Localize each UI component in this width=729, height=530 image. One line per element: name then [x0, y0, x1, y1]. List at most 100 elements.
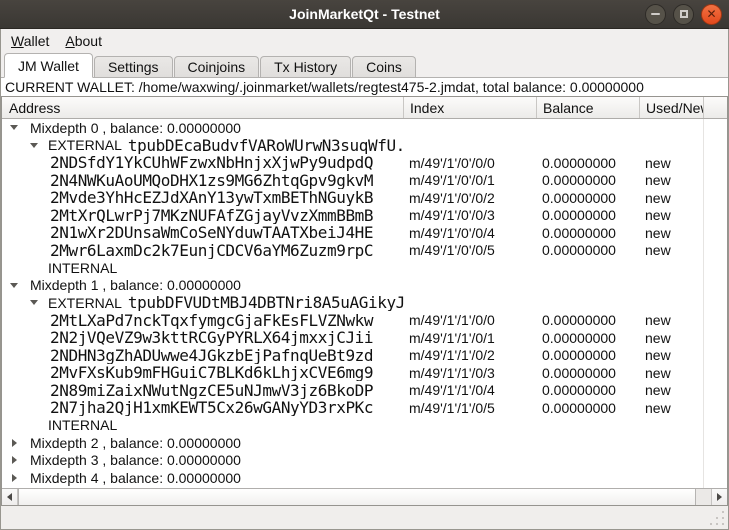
address-text: 2MtXrQLwrPj7MKzNUFAfZGjayVvzXmmBBmB	[50, 207, 373, 224]
expand-arrow[interactable]	[29, 300, 39, 305]
tree-row[interactable]: Mixdepth 2 , balance: 0.00000000	[2, 434, 727, 452]
expand-arrow[interactable]	[9, 283, 19, 288]
row-label: INTERNAL	[48, 260, 117, 276]
header-address[interactable]: Address	[2, 97, 404, 118]
resize-grip[interactable]	[709, 510, 724, 525]
horizontal-scrollbar[interactable]	[2, 488, 727, 505]
tree-row[interactable]: 2N4NWKuAoUMQoDHX1zs9MG6ZhtqGpv9gkvM m/49…	[2, 172, 727, 190]
expand-arrow[interactable]	[29, 143, 39, 148]
scrollbar-thumb[interactable]	[18, 489, 696, 505]
cell-balance: 0.00000000	[537, 155, 640, 171]
header-filler	[704, 97, 727, 118]
tree-row[interactable]: 2N1wXr2DUnsaWmCoSeNYduwTAATXbeiJ4HE m/49…	[2, 224, 727, 242]
cell-index: m/49'/1'/1'/0/1	[404, 330, 537, 346]
cell-index: m/49'/1'/0'/0/1	[404, 172, 537, 188]
tab-jm-wallet[interactable]: JM Wallet	[4, 53, 93, 78]
cell-status: new	[640, 330, 704, 346]
window-controls: ✕	[645, 0, 722, 28]
cell-balance: 0.00000000	[537, 400, 640, 416]
menu-wallet[interactable]: Wallet	[3, 31, 57, 51]
tree-row[interactable]: 2NDHN3gZhADUwwe4JGkzbEjPafnqUeBt9zd m/49…	[2, 347, 727, 365]
cell-status: new	[640, 242, 704, 258]
resize-grip-dots	[722, 523, 724, 525]
tree-header: Address Index Balance Used/New	[2, 97, 727, 119]
address-text: 2N7jha2QjH1xmKEWT5Cx26wGANyYD3rxPKc	[50, 399, 373, 416]
tree-row[interactable]: 2NDSfdY1YkCUhWFzwxNbHnjxXjwPy9udpdQ m/49…	[2, 154, 727, 172]
titlebar[interactable]: JoinMarketQt - Testnet ✕	[0, 0, 729, 29]
tree-row[interactable]: Mixdepth 4 , balance: 0.00000000	[2, 469, 727, 487]
address-text: 2Mwr6LaxmDc2k7EunjCDCV6aYM6Zuzm9rpC	[50, 242, 373, 259]
current-wallet-label: CURRENT WALLET: /home/waxwing/.joinmarke…	[1, 78, 728, 96]
header-balance[interactable]: Balance	[537, 97, 640, 118]
scroll-left-button[interactable]	[2, 489, 18, 505]
close-icon: ✕	[706, 8, 716, 20]
tree-row[interactable]: Mixdepth 1 , balance: 0.00000000	[2, 277, 727, 295]
window-title: JoinMarketQt - Testnet	[0, 0, 729, 28]
tab-settings[interactable]: Settings	[94, 56, 173, 77]
scroll-left-icon	[7, 493, 12, 501]
tree-row[interactable]: 2MtLXaPd7nckTqxfymgcGjaFkEsFLVZNwkw m/49…	[2, 312, 727, 330]
cell-index: m/49'/1'/1'/0/3	[404, 365, 537, 381]
cell-balance: 0.00000000	[537, 242, 640, 258]
cell-balance: 0.00000000	[537, 365, 640, 381]
cell-balance: 0.00000000	[537, 225, 640, 241]
address-text: 2N4NWKuAoUMQoDHX1zs9MG6ZhtqGpv9gkvM	[50, 172, 373, 189]
scrollbar-track[interactable]	[696, 489, 711, 505]
tree-row[interactable]: Mixdepth 3 , balance: 0.00000000	[2, 452, 727, 470]
scroll-right-icon	[717, 493, 722, 501]
tree-row[interactable]: 2N7jha2QjH1xmKEWT5Cx26wGANyYD3rxPKc m/49…	[2, 399, 727, 417]
maximize-button[interactable]	[673, 4, 694, 25]
cell-balance: 0.00000000	[537, 382, 640, 398]
menu-about[interactable]: About	[57, 31, 110, 51]
tree-row[interactable]: EXTERNAL tpubDFVUDtMBJ4DBTNri8A5uAGikyJ.…	[2, 294, 727, 312]
cell-index: m/49'/1'/1'/0/2	[404, 347, 537, 363]
expand-arrow[interactable]	[9, 125, 19, 130]
tree-row[interactable]: 2MtXrQLwrPj7MKzNUFAfZGjayVvzXmmBBmB m/49…	[2, 207, 727, 225]
tree-row[interactable]: INTERNAL	[2, 417, 727, 435]
tree-row[interactable]: 2Mvde3YhHcEZJdXAnY13ywTxmBEThNGuykB m/49…	[2, 189, 727, 207]
tree-row[interactable]: 2MvFXsKub9mFHGuiC7BLKd6kLhjxCVE6mg9 m/49…	[2, 364, 727, 382]
header-used-new[interactable]: Used/New	[640, 97, 704, 118]
minimize-icon	[651, 13, 660, 15]
address-text: 2NDSfdY1YkCUhWFzwxNbHnjxXjwPy9udpdQ	[50, 154, 373, 171]
address-text: 2Mvde3YhHcEZJdXAnY13ywTxmBEThNGuykB	[50, 189, 373, 206]
address-text: 2MvFXsKub9mFHGuiC7BLKd6kLhjxCVE6mg9	[50, 364, 373, 381]
tree-row[interactable]: Mixdepth 0 , balance: 0.00000000	[2, 119, 727, 137]
tree-row[interactable]: INTERNAL	[2, 259, 727, 277]
expand-arrow[interactable]	[9, 474, 19, 482]
cell-index: m/49'/1'/0'/0/3	[404, 207, 537, 223]
tree-row[interactable]: 2N2jVQeVZ9w3kttRCGyPYRLX64jmxxjCJii m/49…	[2, 329, 727, 347]
address-text: 2N89miZaixNWutNgzCE5uNJmwV3jz6BkoDP	[50, 382, 373, 399]
cell-status: new	[640, 347, 704, 363]
cell-status: new	[640, 190, 704, 206]
wallet-tree: Address Index Balance Used/New Mixdepth …	[1, 96, 728, 506]
row-xpub: tpubDEcaBudvfVARoWUrwN3suqWfU...	[128, 137, 404, 154]
row-label: Mixdepth 2 , balance: 0.00000000	[30, 435, 241, 451]
expand-arrow[interactable]	[9, 456, 19, 464]
expand-arrow[interactable]	[9, 439, 19, 447]
address-text: 2MtLXaPd7nckTqxfymgcGjaFkEsFLVZNwkw	[50, 312, 373, 329]
tree-row[interactable]: 2Mwr6LaxmDc2k7EunjCDCV6aYM6Zuzm9rpC m/49…	[2, 242, 727, 260]
tab-coins[interactable]: Coins	[352, 56, 416, 77]
row-label: Mixdepth 4 , balance: 0.00000000	[30, 470, 241, 486]
tab-coinjoins[interactable]: Coinjoins	[174, 56, 260, 77]
minimize-button[interactable]	[645, 4, 666, 25]
tab-tx-history[interactable]: Tx History	[260, 56, 351, 77]
maximize-icon	[680, 10, 688, 18]
address-text: 2NDHN3gZhADUwwe4JGkzbEjPafnqUeBt9zd	[50, 347, 373, 364]
wallet-tab-page: CURRENT WALLET: /home/waxwing/.joinmarke…	[1, 78, 728, 529]
close-button[interactable]: ✕	[701, 4, 722, 25]
cell-status: new	[640, 225, 704, 241]
window-footer	[1, 506, 728, 529]
tree-row[interactable]: EXTERNAL tpubDEcaBudvfVARoWUrwN3suqWfU..…	[2, 137, 727, 155]
cell-status: new	[640, 312, 704, 328]
scroll-right-button[interactable]	[711, 489, 727, 505]
cell-balance: 0.00000000	[537, 347, 640, 363]
row-label: INTERNAL	[48, 417, 117, 433]
tree-row[interactable]: 2N89miZaixNWutNgzCE5uNJmwV3jz6BkoDP m/49…	[2, 382, 727, 400]
cell-status: new	[640, 365, 704, 381]
tab-bar: JM Wallet Settings Coinjoins Tx History …	[1, 52, 728, 78]
header-index[interactable]: Index	[404, 97, 537, 118]
row-label: Mixdepth 3 , balance: 0.00000000	[30, 452, 241, 468]
address-text: 2N1wXr2DUnsaWmCoSeNYduwTAATXbeiJ4HE	[50, 224, 373, 241]
